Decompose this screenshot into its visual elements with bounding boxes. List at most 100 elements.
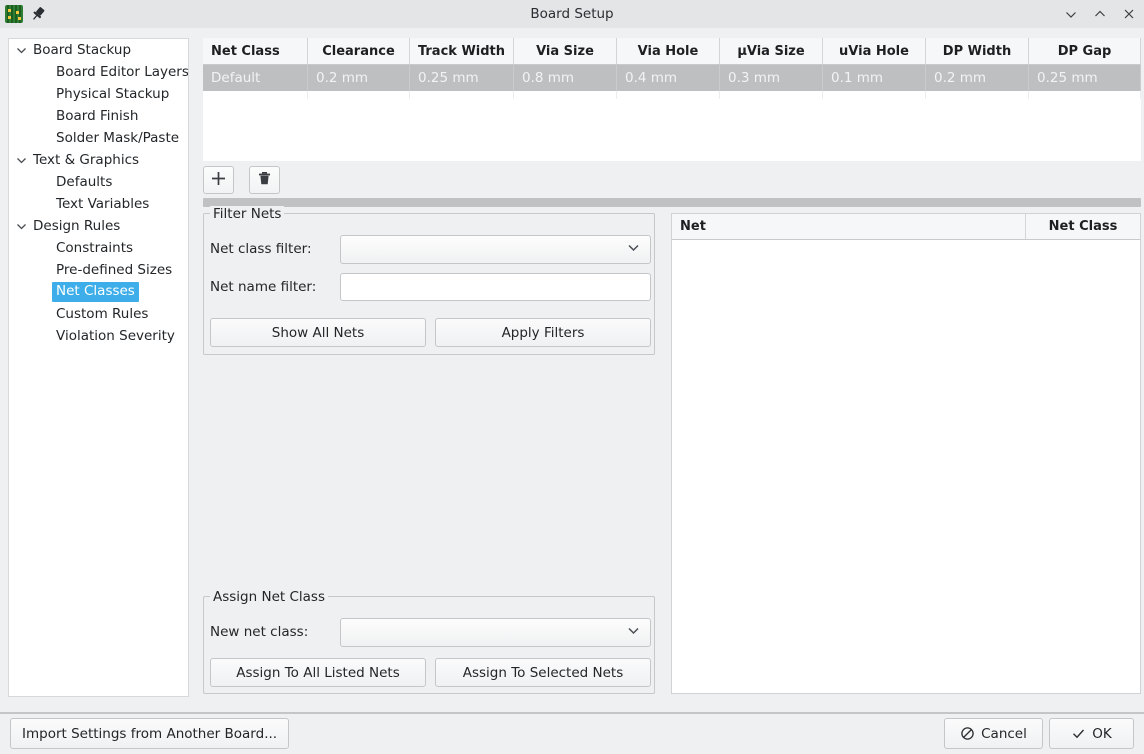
netclass-grid-toolbar <box>203 166 280 194</box>
check-icon <box>1071 726 1086 741</box>
netclass-grid-empty-area[interactable] <box>203 91 1141 161</box>
sidebar-item-board-finish[interactable]: Board Finish <box>9 105 188 127</box>
chevron-down-icon[interactable] <box>9 220 33 233</box>
sidebar-item-violation-severity[interactable]: Violation Severity <box>9 325 188 347</box>
sidebar-item-constraints[interactable]: Constraints <box>9 237 188 259</box>
pcb-board-icon <box>5 5 23 23</box>
cancel-button[interactable]: Cancel <box>944 718 1043 749</box>
close-button[interactable] <box>1121 7 1136 22</box>
filter-nets-title: Filter Nets <box>210 206 284 222</box>
settings-tree-sidebar[interactable]: Board StackupBoard Editor LayersPhysical… <box>8 38 189 697</box>
sidebar-item-design-rules[interactable]: Design Rules <box>9 215 188 237</box>
chevron-down-icon <box>626 623 641 642</box>
sidebar-item-physical-stackup[interactable]: Physical Stackup <box>9 83 188 105</box>
pin-icon[interactable] <box>29 5 47 23</box>
netclass-column-header[interactable]: µVia Size <box>720 38 823 64</box>
net-class-filter-row: Net class filter: <box>210 241 312 257</box>
ok-label: OK <box>1092 726 1111 742</box>
chevron-down-icon[interactable] <box>9 44 33 57</box>
netclass-row[interactable]: Default0.2 mm0.25 mm0.8 mm0.4 mm0.3 mm0.… <box>203 65 1141 91</box>
netclass-grid-column-spacer <box>203 91 308 99</box>
delete-netclass-button[interactable] <box>249 166 280 194</box>
sidebar-item-label: Solder Mask/Paste <box>56 130 179 146</box>
netclass-cell[interactable]: 0.25 mm <box>410 65 514 91</box>
netclass-grid-column-spacer <box>617 91 720 99</box>
trash-icon <box>256 170 273 191</box>
netclass-grid-horizontal-scrollbar[interactable] <box>203 198 1141 207</box>
netclass-grid-header: Net ClassClearanceTrack WidthVia SizeVia… <box>203 38 1141 65</box>
plus-icon <box>210 170 227 191</box>
chevron-down-icon[interactable] <box>9 154 33 167</box>
netclass-grid-column-spacer <box>308 91 410 99</box>
net-list-column-net-class[interactable]: Net Class <box>1026 214 1140 239</box>
netclass-cell[interactable]: 0.8 mm <box>514 65 617 91</box>
sidebar-item-custom-rules[interactable]: Custom Rules <box>9 303 188 325</box>
netclass-grid-column-spacer <box>514 91 617 99</box>
netclass-column-header[interactable]: Via Size <box>514 38 617 64</box>
assign-selected-label: Assign To Selected Nets <box>463 665 624 681</box>
sidebar-item-board-stackup[interactable]: Board Stackup <box>9 39 188 61</box>
netclass-column-header[interactable]: Via Hole <box>617 38 720 64</box>
import-settings-label: Import Settings from Another Board... <box>22 726 277 742</box>
apply-filters-button[interactable]: Apply Filters <box>435 318 651 347</box>
window-controls <box>1063 0 1136 28</box>
netclass-cell[interactable]: 0.2 mm <box>926 65 1029 91</box>
assign-to-selected-nets-button[interactable]: Assign To Selected Nets <box>435 658 651 687</box>
sidebar-item-label: Net Classes <box>52 282 139 302</box>
net-name-filter-row: Net name filter: <box>210 279 316 295</box>
netclass-cell[interactable]: 0.25 mm <box>1029 65 1141 91</box>
netclass-cell[interactable]: 0.2 mm <box>308 65 410 91</box>
net-list[interactable]: Net Net Class <box>671 213 1141 694</box>
title-bar-icons <box>0 5 47 23</box>
netclass-cell[interactable]: 0.4 mm <box>617 65 720 91</box>
import-settings-button[interactable]: Import Settings from Another Board... <box>10 718 289 749</box>
cancel-label: Cancel <box>981 726 1027 742</box>
apply-filters-label: Apply Filters <box>502 325 585 341</box>
netclass-grid-column-spacer <box>410 91 514 99</box>
maximize-button[interactable] <box>1092 7 1107 22</box>
net-name-filter-input[interactable] <box>340 273 651 301</box>
netclass-grid-column-spacer <box>926 91 1029 99</box>
net-list-column-net[interactable]: Net <box>672 214 1026 239</box>
netclass-column-header[interactable]: DP Width <box>926 38 1029 64</box>
window-title: Board Setup <box>0 6 1144 22</box>
sidebar-item-label: Design Rules <box>33 218 120 234</box>
netclass-column-header[interactable]: uVia Hole <box>823 38 926 64</box>
new-net-class-row: New net class: <box>210 624 308 640</box>
add-netclass-button[interactable] <box>203 166 234 194</box>
sidebar-item-solder-mask-paste[interactable]: Solder Mask/Paste <box>9 127 188 149</box>
show-all-nets-label: Show All Nets <box>272 325 364 341</box>
sidebar-item-text-graphics[interactable]: Text & Graphics <box>9 149 188 171</box>
minimize-button[interactable] <box>1063 7 1078 22</box>
netclass-grid-rows[interactable]: Default0.2 mm0.25 mm0.8 mm0.4 mm0.3 mm0.… <box>203 65 1141 91</box>
netclass-cell[interactable]: Default <box>203 65 308 91</box>
net-class-filter-combo[interactable] <box>340 235 651 264</box>
sidebar-item-pre-defined-sizes[interactable]: Pre-defined Sizes <box>9 259 188 281</box>
netclass-column-header[interactable]: Clearance <box>308 38 410 64</box>
new-net-class-label: New net class: <box>210 624 308 640</box>
netclass-grid-column-spacer <box>720 91 823 99</box>
netclass-cell[interactable]: 0.1 mm <box>823 65 926 91</box>
netclass-column-header[interactable]: DP Gap <box>1029 38 1141 64</box>
show-all-nets-button[interactable]: Show All Nets <box>210 318 426 347</box>
net-class-filter-label: Net class filter: <box>210 241 312 257</box>
netclass-cell[interactable]: 0.3 mm <box>720 65 823 91</box>
new-net-class-combo[interactable] <box>340 618 651 647</box>
title-bar: Board Setup <box>0 0 1144 28</box>
sidebar-item-net-classes[interactable]: Net Classes <box>9 281 188 303</box>
ok-button[interactable]: OK <box>1049 718 1134 749</box>
netclass-grid-column-spacer <box>1029 91 1141 99</box>
sidebar-item-label: Board Finish <box>56 108 138 124</box>
sidebar-item-label: Text Variables <box>56 196 149 212</box>
sidebar-item-defaults[interactable]: Defaults <box>9 171 188 193</box>
sidebar-item-label: Constraints <box>56 240 133 256</box>
netclass-grid[interactable]: Net ClassClearanceTrack WidthVia SizeVia… <box>203 38 1141 160</box>
assign-to-all-listed-nets-button[interactable]: Assign To All Listed Nets <box>210 658 426 687</box>
netclass-column-header[interactable]: Net Class <box>203 38 308 64</box>
sidebar-item-text-variables[interactable]: Text Variables <box>9 193 188 215</box>
netclass-column-header[interactable]: Track Width <box>410 38 514 64</box>
sidebar-item-board-editor-layers[interactable]: Board Editor Layers <box>9 61 188 83</box>
sidebar-item-label: Pre-defined Sizes <box>56 262 172 278</box>
sidebar-item-label: Violation Severity <box>56 328 175 344</box>
netclass-grid-column-spacer <box>823 91 926 99</box>
